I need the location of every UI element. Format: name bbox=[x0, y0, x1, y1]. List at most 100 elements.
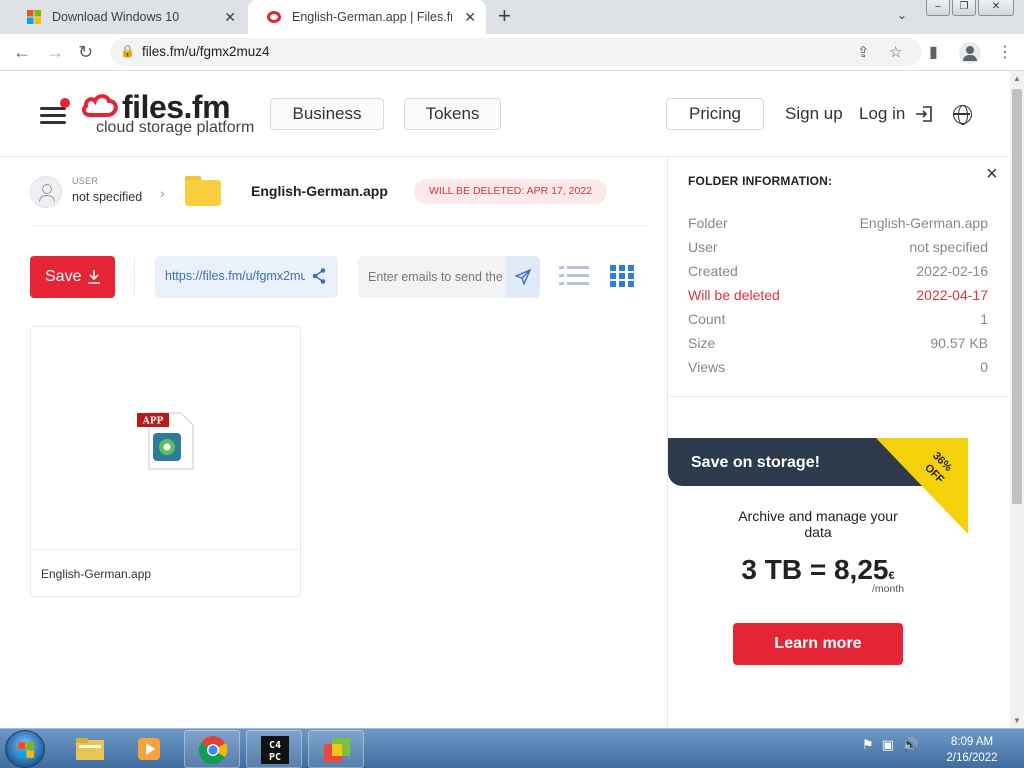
email-input[interactable] bbox=[358, 256, 506, 298]
stacked-squares-app-icon bbox=[324, 738, 350, 762]
tab-label: Download Windows 10 bbox=[52, 10, 180, 24]
close-panel-icon[interactable]: × bbox=[986, 163, 998, 186]
info-key: Created bbox=[688, 263, 738, 279]
close-tab-icon[interactable]: ✕ bbox=[464, 9, 476, 26]
info-value: 2022-04-17 bbox=[916, 287, 988, 303]
cloud-logo-icon bbox=[82, 94, 118, 117]
user-value: not specified bbox=[72, 190, 143, 204]
info-row-created: Created 2022-02-16 bbox=[688, 260, 988, 284]
taskbar-colorful-app[interactable] bbox=[308, 730, 364, 768]
scroll-thumb[interactable] bbox=[1012, 89, 1022, 504]
info-value: 0 bbox=[980, 359, 988, 375]
new-tab-icon[interactable]: + bbox=[498, 5, 511, 27]
save-label: Save bbox=[45, 268, 82, 285]
sign-up-link[interactable]: Sign up bbox=[785, 104, 843, 124]
app-badge-text: APP bbox=[142, 417, 164, 427]
svg-text:PC: PC bbox=[269, 752, 281, 763]
scroll-down-icon[interactable]: ▼ bbox=[1013, 716, 1021, 725]
back-icon[interactable]: ← bbox=[13, 42, 31, 62]
list-view-icon[interactable] bbox=[559, 265, 589, 287]
close-tab-icon[interactable]: ✕ bbox=[224, 9, 236, 26]
start-button[interactable] bbox=[5, 730, 45, 768]
folder-icon bbox=[185, 176, 221, 206]
taskbar-chrome[interactable] bbox=[184, 730, 240, 768]
window-controls: – ❐ ✕ bbox=[926, 0, 1014, 16]
taskbar-media-player[interactable] bbox=[122, 730, 178, 768]
info-value: 2022-02-16 bbox=[916, 263, 988, 279]
save-button[interactable]: Save bbox=[30, 256, 115, 298]
windows-logo-icon bbox=[18, 742, 34, 758]
info-row-will-be-deleted: Will be deleted 2022-04-17 bbox=[688, 284, 988, 308]
file-card[interactable]: APP English-German.app bbox=[30, 326, 301, 597]
reload-icon[interactable]: ↻ bbox=[78, 42, 93, 62]
storage-promo[interactable]: Save on storage! 36% OFF Archive and man… bbox=[668, 438, 968, 678]
grid-view-icon[interactable] bbox=[610, 265, 634, 287]
action-center-flag-icon[interactable]: ⚑ bbox=[862, 737, 874, 753]
windows-logo-icon bbox=[27, 10, 41, 24]
restore-icon[interactable]: ❐ bbox=[952, 0, 976, 16]
volume-icon[interactable]: 🔊 bbox=[902, 737, 918, 753]
promo-title: Save on storage! bbox=[691, 454, 820, 471]
share-icon[interactable] bbox=[311, 267, 327, 285]
tokens-button[interactable]: Tokens bbox=[404, 98, 501, 130]
hamburger-menu-icon[interactable] bbox=[40, 98, 70, 125]
send-button[interactable] bbox=[506, 256, 540, 298]
chrome-icon bbox=[198, 736, 228, 765]
info-key: Folder bbox=[688, 215, 728, 231]
address-bar[interactable]: 🔒 files.fm/u/fgmx2muz4 ⇪ ☆ bbox=[110, 38, 922, 66]
share-link-text[interactable]: https://files.fm/u/fgmx2muz4 bbox=[165, 269, 305, 283]
browser-menu-icon[interactable]: ⋮ bbox=[997, 42, 1013, 62]
info-row-folder: Folder English-German.app bbox=[688, 212, 988, 236]
file-name[interactable]: English-German.app bbox=[41, 567, 151, 581]
email-send-field bbox=[358, 256, 540, 298]
c4pc-app-icon: C4 PC bbox=[261, 736, 289, 764]
app-file-icon: APP bbox=[137, 412, 194, 470]
folder-info-title: FOLDER INFORMATION: bbox=[688, 174, 833, 188]
log-in-link[interactable]: Log in bbox=[859, 104, 905, 124]
files-fm-logo[interactable]: files.fm cloud storage platform bbox=[82, 89, 262, 139]
tab-download-windows[interactable]: Download Windows 10 ✕ bbox=[8, 0, 246, 34]
tab-files-fm[interactable]: English-German.app | Files.fm. ✕ bbox=[248, 0, 486, 34]
windows-taskbar: C4 PC ⚑ ▣ 🔊 8:09 AM 2/16/2022 bbox=[0, 728, 1024, 768]
profile-avatar-icon[interactable] bbox=[959, 42, 981, 64]
share-page-icon[interactable]: ⇪ bbox=[857, 43, 870, 61]
taskbar-clock[interactable]: 8:09 AM 2/16/2022 bbox=[930, 734, 1014, 766]
page-scrollbar[interactable]: ▲ ▼ bbox=[1010, 71, 1024, 728]
breadcrumb-chevron-icon: › bbox=[160, 185, 165, 201]
lock-icon: 🔒 bbox=[120, 44, 135, 58]
share-link-field[interactable]: https://files.fm/u/fgmx2muz4 bbox=[155, 256, 338, 298]
tab-label: English-German.app | Files.fm. bbox=[292, 10, 452, 24]
login-arrow-icon[interactable] bbox=[914, 104, 934, 124]
price-unit: /month bbox=[872, 583, 905, 595]
taskbar-explorer[interactable] bbox=[62, 730, 118, 768]
promo-subtitle: Archive and manage your data bbox=[738, 508, 898, 540]
info-key: Will be deleted bbox=[688, 287, 780, 303]
user-caption: USER bbox=[72, 176, 99, 186]
info-value: English-German.app bbox=[859, 215, 988, 231]
download-icon bbox=[88, 270, 100, 284]
paper-plane-icon bbox=[515, 269, 531, 285]
files-fm-favicon-icon bbox=[267, 11, 281, 23]
tab-search-chevron-icon[interactable]: ⌄ bbox=[897, 8, 907, 22]
taskbar-c4pc[interactable]: C4 PC bbox=[246, 730, 302, 768]
site-header: files.fm cloud storage platform Business… bbox=[0, 71, 1010, 157]
info-key: Size bbox=[688, 335, 716, 351]
browser-tab-bar: Download Windows 10 ✕ English-German.app… bbox=[0, 0, 1024, 34]
business-button[interactable]: Business bbox=[270, 98, 384, 130]
file-explorer-icon bbox=[76, 738, 104, 760]
file-preview[interactable]: APP bbox=[31, 327, 300, 550]
close-window-icon[interactable]: ✕ bbox=[978, 0, 1014, 16]
minimize-icon[interactable]: – bbox=[926, 0, 950, 16]
pricing-button[interactable]: Pricing bbox=[666, 98, 764, 130]
side-panel-icon[interactable]: ▮ bbox=[929, 42, 938, 62]
network-icon[interactable]: ▣ bbox=[882, 737, 894, 753]
language-globe-icon[interactable] bbox=[953, 105, 972, 125]
learn-more-button[interactable]: Learn more bbox=[733, 623, 903, 665]
info-value: not specified bbox=[909, 239, 988, 255]
scroll-up-icon[interactable]: ▲ bbox=[1013, 74, 1021, 83]
promo-price: 3 TB = 8,25€ bbox=[668, 554, 968, 586]
divider bbox=[668, 396, 1010, 397]
forward-icon[interactable]: → bbox=[46, 42, 64, 62]
bookmark-star-icon[interactable]: ☆ bbox=[889, 43, 902, 61]
media-player-icon bbox=[138, 738, 160, 760]
